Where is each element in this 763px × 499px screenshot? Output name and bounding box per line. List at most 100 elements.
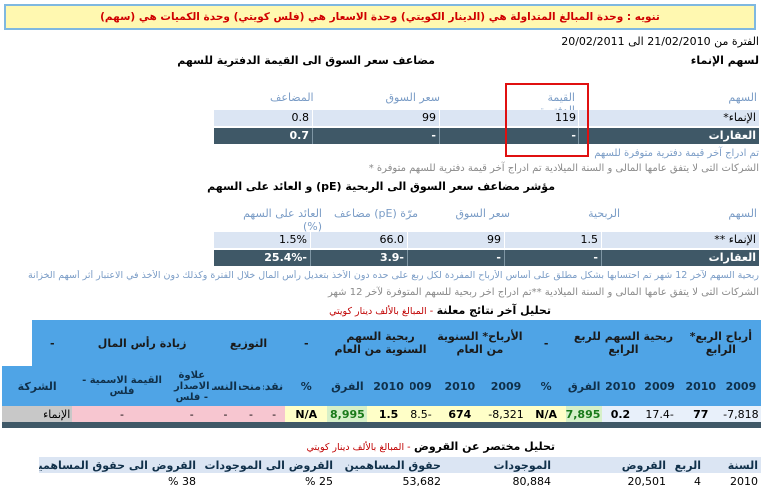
loans-h-loans: القروض bbox=[554, 457, 669, 473]
pb-row-sector-multiplier: 0.7 bbox=[289, 129, 310, 142]
results-title-wrap: تحليل آخر نتائج معلنة - المبالغ بالألف د… bbox=[329, 304, 551, 317]
dist-ratio: - bbox=[211, 406, 239, 422]
loans-subtitle: - المبالغ بالألف دينار كويتي bbox=[306, 442, 411, 453]
aeps-2009: -18.5 bbox=[409, 406, 434, 422]
loans-h-loans-equity: القروض الى حقوق المساهمين bbox=[39, 457, 199, 473]
sub-ap-2010: 2010 bbox=[433, 366, 486, 406]
pb-header-market-price: سعر السوق bbox=[385, 91, 440, 104]
pe-header-price: سعر السوق bbox=[455, 207, 510, 220]
loans-title: تحليل مختصر عن القروض bbox=[414, 440, 555, 453]
pe-header-yield: العائد على السهم (%) bbox=[243, 207, 322, 233]
pe-header-profit: الربحية bbox=[588, 207, 620, 220]
sub-aeps-diff: الفرق bbox=[327, 366, 368, 406]
pb-row-stock: 0.8 99 119 الإنماء* bbox=[214, 110, 759, 126]
results-subtitle: - المبالغ بالألف دينار كويتي bbox=[329, 306, 434, 317]
loans-assets: 80,884 bbox=[512, 474, 552, 488]
loans-equity: 53,682 bbox=[402, 474, 442, 488]
aeps-pct: N/A bbox=[285, 406, 328, 422]
group-dash-2: - bbox=[285, 320, 328, 366]
pb-row-sector: 0.7 - - العقارات bbox=[214, 128, 759, 144]
results-company[interactable]: الإنماء bbox=[2, 406, 73, 422]
loans-year: 2010 bbox=[730, 474, 758, 488]
loans-loans: 20,501 bbox=[627, 474, 667, 488]
qp-2010: 77 bbox=[680, 406, 721, 422]
results-table: أرباح الربع* الرابع ربحية السهم للربع ال… bbox=[2, 320, 761, 428]
qp-2009: 7,818- bbox=[720, 406, 761, 422]
eps-2010: 0.2 bbox=[602, 406, 639, 422]
pe-row-sector-pe: 3.9- bbox=[379, 251, 404, 264]
group-annual-eps: ربحية السهم السنوية من العام bbox=[327, 320, 434, 366]
cap-nominal: - bbox=[72, 406, 172, 422]
pe-header-stock: السهم bbox=[728, 207, 757, 220]
results-header-groups: أرباح الربع* الرابع ربحية السهم للربع ال… bbox=[2, 320, 761, 366]
sub-premium: علاوة الاصدار - فلس bbox=[171, 366, 212, 406]
aeps-diff: 8,995 bbox=[327, 406, 368, 422]
pe-row-stock-name[interactable]: الإنماء ** bbox=[603, 232, 756, 248]
stock-label: لسهم الإنماء bbox=[690, 54, 759, 67]
loans-table: السنة الربع القروض الموجودات حقوق المساه… bbox=[39, 457, 761, 489]
sub-nominal: القيمة الاسمية - فلس bbox=[72, 366, 172, 406]
sub-eps-2009: 2009 bbox=[638, 366, 681, 406]
pe-note-1: ربحية السهم لآخر 12 شهر تم احتسابها بشكل… bbox=[28, 270, 759, 281]
pe-row-sector-price: - bbox=[496, 251, 501, 264]
pb-row-stock-price: 99 bbox=[422, 111, 436, 124]
loans-h-loans-assets: القروض الى الموجودات bbox=[199, 457, 336, 473]
pe-row-sector-profit: - bbox=[593, 251, 598, 264]
pb-header-multiplier: المضاعف bbox=[270, 91, 314, 104]
sub-eps-pct: % bbox=[526, 366, 567, 406]
sub-aeps-2009: 2009 bbox=[409, 366, 434, 406]
pe-row-stock: 1.5% 66.0 99 1.5 الإنماء ** bbox=[214, 232, 759, 248]
sub-grant: منحة bbox=[238, 366, 264, 406]
sub-ap-2009: 2009 bbox=[485, 366, 527, 406]
sub-eps-2010: 2010 bbox=[602, 366, 639, 406]
sub-eps-diff: الفرق bbox=[566, 366, 603, 406]
pe-row-sector-name: العقارات bbox=[708, 251, 756, 264]
loans-h-year: السنة bbox=[704, 457, 761, 473]
sub-cash: نقدي bbox=[263, 366, 286, 406]
results-footer-bar bbox=[2, 422, 761, 428]
loans-title-wrap: تحليل مختصر عن القروض - المبالغ بالألف د… bbox=[307, 440, 555, 453]
pe-row-sector: 25.4%- 3.9- - - العقارات bbox=[214, 250, 759, 266]
results-header-sub: 2009 2010 2009 2010 الفرق % 2009 2010 20… bbox=[2, 366, 761, 406]
pe-row-stock-pe: 66.0 bbox=[379, 233, 405, 246]
group-quarter-profit: أرباح الربع* الرابع bbox=[680, 320, 761, 366]
group-eps-q4: ربحية السهم للربع الرابع bbox=[566, 320, 681, 366]
group-dash-3: - bbox=[32, 320, 73, 366]
loans-h-equity: حقوق المساهمين bbox=[336, 457, 444, 473]
highlight-box bbox=[505, 83, 589, 157]
pb-note-1: تم ادراج آخر قيمة دفترية متوفرة للسهم bbox=[594, 148, 759, 159]
notice-banner: تنويه : وحدة المبالغ المتداولة هي (الدين… bbox=[4, 4, 756, 30]
sub-qp-2009: 2009 bbox=[720, 366, 761, 406]
pe-row-sector-yield: 25.4%- bbox=[264, 251, 307, 264]
sub-aeps-pct: % bbox=[285, 366, 328, 406]
sub-qp-2010: 2010 bbox=[680, 366, 721, 406]
dist-grant: - bbox=[238, 406, 264, 422]
eps-diff: 7,895 bbox=[566, 406, 603, 422]
ap-2010: 674 bbox=[433, 406, 486, 422]
results-title: تحليل آخر نتائج معلنة bbox=[436, 304, 551, 317]
loans-h-quarter: الربع bbox=[669, 457, 704, 473]
loans-quarter: 4 bbox=[694, 474, 701, 488]
pe-row-stock-profit: 1.5 bbox=[580, 233, 599, 246]
eps-pct: N/A bbox=[526, 406, 567, 422]
pe-row-stock-yield: 1.5% bbox=[279, 233, 307, 246]
results-row-stock: 7,818- 77 -17.4 0.2 7,895 N/A 8,321- 674… bbox=[2, 406, 761, 422]
pe-row-stock-price: 99 bbox=[487, 233, 501, 246]
ap-2009: 8,321- bbox=[485, 406, 527, 422]
loans-h-assets: الموجودات bbox=[444, 457, 554, 473]
cap-premium: - bbox=[171, 406, 212, 422]
pb-note-2: الشركات التى لا يتفق عامها المالى و السن… bbox=[368, 163, 759, 174]
loans-header: السنة الربع القروض الموجودات حقوق المساه… bbox=[39, 457, 761, 473]
sub-ratio: النسبة bbox=[211, 366, 239, 406]
group-distribution: التوزيع bbox=[211, 320, 286, 366]
pb-header-stock: السهم bbox=[728, 91, 757, 104]
dist-cash: - bbox=[263, 406, 286, 422]
pb-row-sector-name: العقارات bbox=[708, 129, 756, 142]
loans-row: 2010 4 20,501 80,884 53,682 25 % 38 % bbox=[39, 473, 761, 489]
pb-section-title: مضاعف سعر السوق الى القيمة الدفترية للسه… bbox=[177, 54, 435, 67]
pe-header-pe: مضاعف (pE) مرّة bbox=[334, 207, 418, 220]
group-capital-increase: زيادة رأس المال bbox=[72, 320, 212, 366]
pb-row-stock-name[interactable]: الإنماء* bbox=[580, 110, 756, 126]
group-dash-1: - bbox=[526, 320, 567, 366]
pb-row-stock-multiplier: 0.8 bbox=[291, 111, 310, 124]
